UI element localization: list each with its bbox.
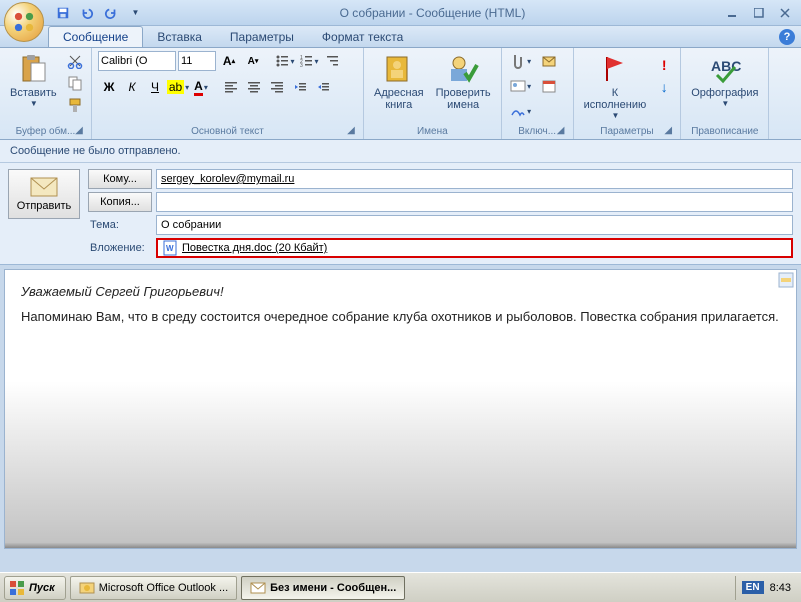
font-color-button[interactable]: A▾: [190, 77, 212, 97]
word-doc-icon: W: [162, 240, 178, 256]
chevron-down-icon: ▼: [721, 99, 729, 108]
tab-format[interactable]: Формат текста: [308, 27, 417, 47]
include-dialog-launcher[interactable]: ◢: [555, 125, 567, 137]
group-proofing: ABC Орфография ▼ Правописание: [681, 48, 769, 139]
clipboard-icon: [17, 53, 49, 85]
send-button[interactable]: Отправить: [8, 169, 80, 219]
underline-button[interactable]: Ч: [144, 77, 166, 97]
envelope-icon: [30, 177, 58, 197]
numbering-icon[interactable]: 123▾: [298, 51, 320, 71]
message-header: Отправить Кому... Копия... Тема: Вложени…: [0, 163, 801, 265]
paste-button[interactable]: Вставить ▼: [6, 51, 61, 110]
minimize-button[interactable]: [721, 5, 745, 21]
group-basic-text: A▴ A▾ ▾ 123▾ Ж К Ч ab▾ A▾ Основной: [92, 48, 364, 139]
spelling-button[interactable]: ABC Орфография ▼: [687, 51, 762, 110]
business-card-icon[interactable]: ▾: [508, 76, 534, 96]
flag-icon: [599, 53, 631, 85]
tab-insert[interactable]: Вставка: [143, 27, 216, 47]
windows-logo-icon: [9, 580, 25, 596]
start-button[interactable]: Пуск: [4, 576, 66, 600]
group-followup: К исполнению ▼ ! ↓ Параметры◢: [574, 48, 682, 139]
cut-icon[interactable]: [65, 51, 85, 71]
close-button[interactable]: [773, 5, 797, 21]
font-dialog-launcher[interactable]: ◢: [345, 125, 357, 137]
chevron-down-icon: ▼: [30, 99, 38, 108]
save-icon[interactable]: [54, 4, 72, 22]
italic-button[interactable]: К: [121, 77, 143, 97]
align-right-icon[interactable]: [266, 77, 288, 97]
ribbon-tabs: Сообщение Вставка Параметры Формат текст…: [0, 26, 801, 48]
decrease-indent-icon[interactable]: [289, 77, 311, 97]
attachment-field[interactable]: W Повестка дня.doc (20 Кбайт): [156, 238, 793, 258]
multilevel-list-icon[interactable]: [322, 51, 344, 71]
highlight-button[interactable]: ab▾: [167, 77, 189, 97]
tab-options[interactable]: Параметры: [216, 27, 308, 47]
high-importance-icon[interactable]: !: [654, 55, 674, 75]
info-bar: Сообщение не было отправлено.: [0, 140, 801, 163]
signature-icon[interactable]: ▾: [508, 101, 534, 121]
svg-text:ABC: ABC: [711, 58, 741, 74]
clipboard-dialog-launcher[interactable]: ◢: [73, 125, 85, 137]
attach-item-icon[interactable]: [536, 51, 562, 71]
subject-field[interactable]: [156, 215, 793, 235]
cc-field[interactable]: [156, 192, 793, 212]
help-button[interactable]: ?: [779, 29, 795, 45]
cc-button[interactable]: Копия...: [88, 192, 152, 212]
window-title: О собрании - Сообщение (HTML): [144, 6, 721, 20]
increase-indent-icon[interactable]: [312, 77, 334, 97]
calendar-icon[interactable]: [536, 76, 562, 96]
qat-more-icon[interactable]: ▼: [126, 4, 144, 22]
copy-icon[interactable]: [65, 73, 85, 93]
subject-label: Тема:: [88, 219, 152, 231]
body-greeting: Уважаемый Сергей Григорьевич!: [21, 284, 780, 299]
to-field[interactable]: [156, 169, 793, 189]
grow-font-icon[interactable]: A▴: [218, 51, 240, 71]
taskbar-outlook[interactable]: Microsoft Office Outlook ...: [70, 576, 237, 600]
taskbar-message[interactable]: Без имени - Сообщен...: [241, 576, 405, 600]
quick-access-toolbar: ▼: [54, 4, 144, 22]
svg-text:W: W: [166, 244, 174, 253]
attachment-label: Вложение:: [88, 242, 152, 254]
check-names-button[interactable]: Проверить имена: [432, 51, 495, 113]
maximize-button[interactable]: [747, 5, 771, 21]
options-dialog-launcher[interactable]: ◢: [662, 125, 674, 137]
to-button[interactable]: Кому...: [88, 169, 152, 189]
bold-button[interactable]: Ж: [98, 77, 120, 97]
clock[interactable]: 8:43: [770, 582, 791, 594]
spellcheck-icon: ABC: [709, 53, 741, 85]
group-clipboard: Вставить ▼ Буфер обм...◢: [0, 48, 92, 139]
language-indicator[interactable]: EN: [742, 581, 764, 594]
office-button[interactable]: [4, 2, 44, 42]
redo-icon[interactable]: [102, 4, 120, 22]
message-body[interactable]: Уважаемый Сергей Григорьевич! Напоминаю …: [4, 269, 797, 549]
tab-message[interactable]: Сообщение: [48, 26, 143, 47]
align-center-icon[interactable]: [243, 77, 265, 97]
attach-file-icon[interactable]: ▾: [508, 51, 534, 71]
body-text: Напоминаю Вам, что в среду состоится оче…: [21, 309, 780, 324]
font-size-select[interactable]: [178, 51, 216, 71]
align-left-icon[interactable]: [220, 77, 242, 97]
svg-text:3: 3: [300, 63, 303, 68]
outlook-icon: [79, 580, 95, 596]
format-painter-icon[interactable]: [65, 95, 85, 115]
window-controls: [721, 5, 797, 21]
address-book-icon: [383, 53, 415, 85]
taskbar: Пуск Microsoft Office Outlook ... Без им…: [0, 572, 801, 602]
address-book-button[interactable]: Адресная книга: [370, 51, 428, 113]
ruler-toggle-icon[interactable]: [778, 272, 794, 288]
bullets-icon[interactable]: ▾: [274, 51, 296, 71]
font-name-select[interactable]: [98, 51, 176, 71]
low-importance-icon[interactable]: ↓: [654, 77, 674, 97]
chevron-down-icon: ▼: [611, 111, 619, 120]
shrink-font-icon[interactable]: A▾: [242, 51, 264, 71]
group-include: ▾ ▾ ▾ Включ...◢: [502, 48, 574, 139]
follow-up-button[interactable]: К исполнению ▼: [580, 51, 651, 122]
undo-icon[interactable]: [78, 4, 96, 22]
message-icon: [250, 580, 266, 596]
system-tray: EN 8:43: [735, 576, 797, 600]
group-names: Адресная книга Проверить имена Имена: [364, 48, 502, 139]
titlebar: ▼ О собрании - Сообщение (HTML): [0, 0, 801, 26]
check-names-icon: [447, 53, 479, 85]
ribbon: Вставить ▼ Буфер обм...◢ A▴ A▾ ▾ 123▾: [0, 48, 801, 140]
